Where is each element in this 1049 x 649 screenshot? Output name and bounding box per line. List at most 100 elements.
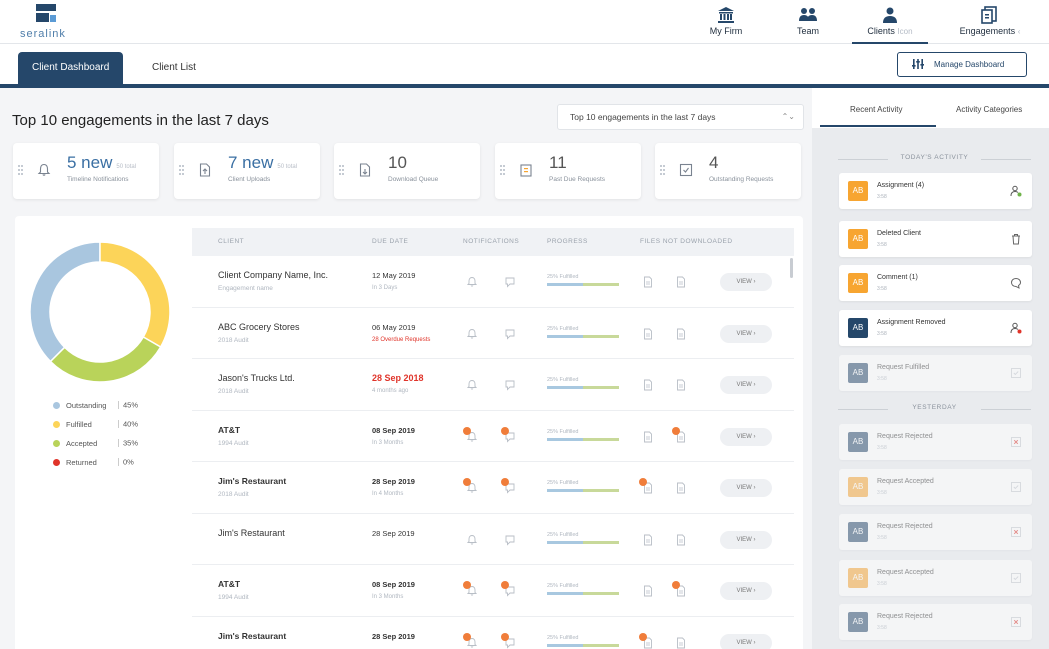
view-button[interactable]: VIEW › [720, 273, 772, 291]
comment-icon[interactable] [501, 632, 516, 649]
activity-card[interactable]: AB Request Rejected 3:58 [839, 514, 1032, 550]
client-name[interactable]: Jim's Restaurant [218, 528, 285, 538]
drag-handle-icon[interactable] [339, 163, 345, 177]
nav-engagements[interactable]: Engagements ‹ [952, 4, 1028, 42]
x-square-icon[interactable] [1010, 615, 1022, 633]
x-square-icon[interactable] [1010, 435, 1022, 453]
check-square-icon[interactable] [1010, 571, 1022, 589]
stat-card-past-due-requests[interactable]: 11 Past Due Requests [495, 143, 641, 199]
activity-card[interactable]: AB Deleted Client 3:58 [839, 221, 1032, 257]
bell-icon[interactable] [466, 327, 478, 345]
file-icon[interactable] [642, 430, 654, 448]
comment-icon[interactable] [501, 426, 516, 448]
manage-dashboard-button[interactable]: Manage Dashboard [897, 52, 1027, 77]
client-name[interactable]: Jason's Trucks Ltd. [218, 373, 295, 383]
trash-icon[interactable] [1010, 232, 1022, 250]
column-header-progress[interactable]: PROGRESS [547, 238, 588, 245]
bell-icon[interactable] [463, 581, 478, 602]
view-button[interactable]: VIEW › [720, 479, 772, 497]
table-row[interactable]: Client Company Name, Inc. Engagement name… [192, 256, 794, 308]
table-row[interactable]: ABC Grocery Stores 2018 Audit 06 May 2019 2… [192, 307, 794, 359]
drag-handle-icon[interactable] [18, 163, 24, 177]
comment-icon[interactable] [501, 581, 516, 602]
client-name[interactable]: ABC Grocery Stores [218, 322, 300, 332]
activity-card[interactable]: AB Request Accepted 3:58 [839, 469, 1032, 505]
activity-card[interactable]: AB Assignment Removed 3:58 [839, 310, 1032, 346]
column-header-files[interactable]: FILES NOT DOWNLOADED [640, 238, 733, 245]
tab-client-dashboard[interactable]: Client Dashboard [18, 52, 124, 84]
table-row[interactable]: Jim's Restaurant 28 Sep 2019 25% Fulfilled… [192, 616, 794, 649]
file-icon[interactable] [642, 378, 654, 396]
file-icon[interactable] [675, 378, 687, 396]
comment-icon[interactable] [504, 275, 516, 293]
client-name[interactable]: AT&T [218, 425, 240, 435]
activity-card[interactable]: AB Assignment (4) 3:58 [839, 173, 1032, 209]
file-icon[interactable] [639, 632, 654, 649]
check-square-icon[interactable] [1010, 366, 1022, 384]
x-square-icon[interactable] [1010, 525, 1022, 543]
table-row[interactable]: AT&T 1994 Audit 08 Sep 2019 In 3 Months 25% … [192, 565, 794, 617]
tab-recent-activity[interactable]: Recent Activity [850, 105, 902, 114]
table-scrollbar[interactable] [790, 258, 793, 278]
view-button[interactable]: VIEW › [720, 633, 772, 649]
nav-clients[interactable]: Clients Icon [852, 4, 928, 45]
activity-card[interactable]: AB Request Fulfilled 3:58 [839, 355, 1032, 391]
check-square-icon[interactable] [1010, 480, 1022, 498]
stat-card-client-uploads[interactable]: 7 new 50 total Client Uploads [174, 143, 320, 199]
activity-card[interactable]: AB Request Rejected 3:58 [839, 424, 1032, 460]
assign-user-icon[interactable] [1010, 184, 1022, 202]
file-icon[interactable] [639, 478, 654, 499]
donut-slice-fulfilled[interactable] [99, 241, 171, 349]
table-row[interactable]: AT&T 1994 Audit 08 Sep 2019 In 3 Months 25% … [192, 410, 794, 462]
view-button[interactable]: VIEW › [720, 324, 772, 343]
activity-card[interactable]: AB Request Rejected 3:58 [839, 604, 1032, 640]
bell-icon[interactable] [463, 426, 478, 448]
stat-card-timeline-notifications[interactable]: 5 new 50 total Timeline Notifications [13, 143, 159, 199]
file-icon[interactable] [675, 533, 687, 551]
table-row[interactable]: Jason's Trucks Ltd. 2018 Audit 28 Sep 2018… [192, 359, 794, 411]
seralink-logo[interactable]: seralink [20, 4, 80, 40]
activity-card[interactable]: AB Comment (1) 3:58 [839, 265, 1032, 301]
file-icon[interactable] [675, 636, 687, 649]
remove-user-icon[interactable] [1010, 321, 1022, 339]
comment-icon[interactable] [504, 533, 516, 551]
tab-client-list[interactable]: Client List [138, 52, 210, 84]
donut-slice-accepted[interactable] [49, 335, 162, 383]
view-button[interactable]: VIEW › [720, 427, 772, 446]
comment-icon[interactable] [501, 478, 516, 499]
bell-icon[interactable] [466, 275, 478, 293]
drag-handle-icon[interactable] [660, 163, 666, 177]
table-row[interactable]: Jim's Restaurant 28 Sep 2019 25% Fulfilled… [192, 513, 794, 565]
file-icon[interactable] [642, 327, 654, 345]
view-button[interactable]: VIEW › [720, 582, 772, 600]
file-icon[interactable] [672, 426, 687, 448]
drag-handle-icon[interactable] [500, 163, 506, 177]
nav-my-firm[interactable]: My Firm [706, 4, 746, 42]
column-header-client[interactable]: CLIENT [218, 238, 244, 245]
engagement-filter-select[interactable]: Top 10 engagements in the last 7 days ⌃⌄ [557, 104, 804, 130]
nav-team[interactable]: Team [790, 4, 826, 42]
view-button[interactable]: VIEW › [720, 530, 772, 549]
file-icon[interactable] [642, 533, 654, 551]
tab-activity-categories[interactable]: Activity Categories [956, 105, 1022, 114]
bell-icon[interactable] [466, 533, 478, 551]
comment-icon[interactable] [504, 327, 516, 345]
drag-handle-icon[interactable] [179, 163, 185, 177]
stat-card-outstanding-requests[interactable]: 4 Outstanding Requests [655, 143, 801, 199]
comment-icon[interactable] [504, 378, 516, 396]
file-icon[interactable] [642, 275, 654, 293]
file-icon[interactable] [642, 584, 654, 602]
activity-card[interactable]: AB Request Accepted 3:58 [839, 560, 1032, 596]
file-icon[interactable] [675, 327, 687, 345]
file-icon[interactable] [675, 481, 687, 499]
column-header-due-date[interactable]: DUE DATE [372, 238, 408, 245]
bell-icon[interactable] [466, 378, 478, 396]
client-name[interactable]: AT&T [218, 579, 240, 589]
bell-icon[interactable] [463, 478, 478, 499]
stat-card-download-queue[interactable]: 10 Download Queue [334, 143, 480, 199]
client-name[interactable]: Jim's Restaurant [218, 631, 286, 641]
file-icon[interactable] [675, 275, 687, 293]
view-button[interactable]: VIEW › [720, 376, 772, 394]
bell-icon[interactable] [463, 632, 478, 649]
table-row[interactable]: Jim's Restaurant 2018 Audit 28 Sep 2019 In … [192, 462, 794, 514]
